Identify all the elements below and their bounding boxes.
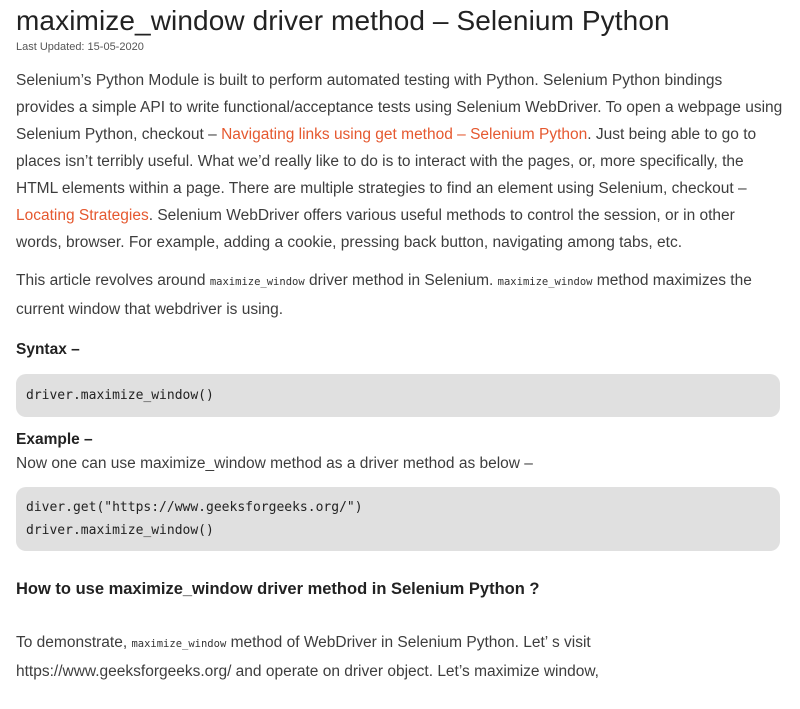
example-description: Now one can use maximize_window method a…: [16, 455, 533, 472]
article: maximize_window driver method – Selenium…: [0, 0, 800, 685]
syntax-label: Syntax –: [16, 341, 80, 358]
code-line: diver.get("https://www.geeksforgeeks.org…: [26, 500, 363, 515]
code-line: driver.maximize_window(): [26, 523, 214, 538]
inline-code: maximize_window: [497, 276, 593, 288]
last-updated: Last Updated: 15-05-2020: [16, 41, 144, 53]
code-line: driver.maximize_window(): [26, 388, 214, 403]
link-locating-strategies[interactable]: Locating Strategies: [16, 207, 149, 224]
demo-paragraph: To demonstrate, maximize_window method o…: [16, 629, 784, 685]
inline-code: maximize_window: [131, 638, 227, 650]
page-title: maximize_window driver method – Selenium…: [16, 5, 670, 36]
example-code-block: diver.get("https://www.geeksforgeeks.org…: [16, 487, 780, 551]
section-heading: How to use maximize_window driver method…: [16, 580, 540, 598]
syntax-code-block: driver.maximize_window(): [16, 374, 780, 417]
about-paragraph: This article revolves around maximize_wi…: [16, 267, 784, 323]
inline-code: maximize_window: [209, 276, 305, 288]
about-text-1: This article revolves around: [16, 272, 210, 289]
link-navigating-links[interactable]: Navigating links using get method – Sele…: [221, 126, 587, 143]
about-text-2: driver method in Selenium.: [304, 272, 498, 289]
intro-paragraph: Selenium’s Python Module is built to per…: [16, 67, 784, 256]
demo-text-1: To demonstrate,: [16, 634, 132, 651]
example-label: Example –: [16, 431, 93, 448]
